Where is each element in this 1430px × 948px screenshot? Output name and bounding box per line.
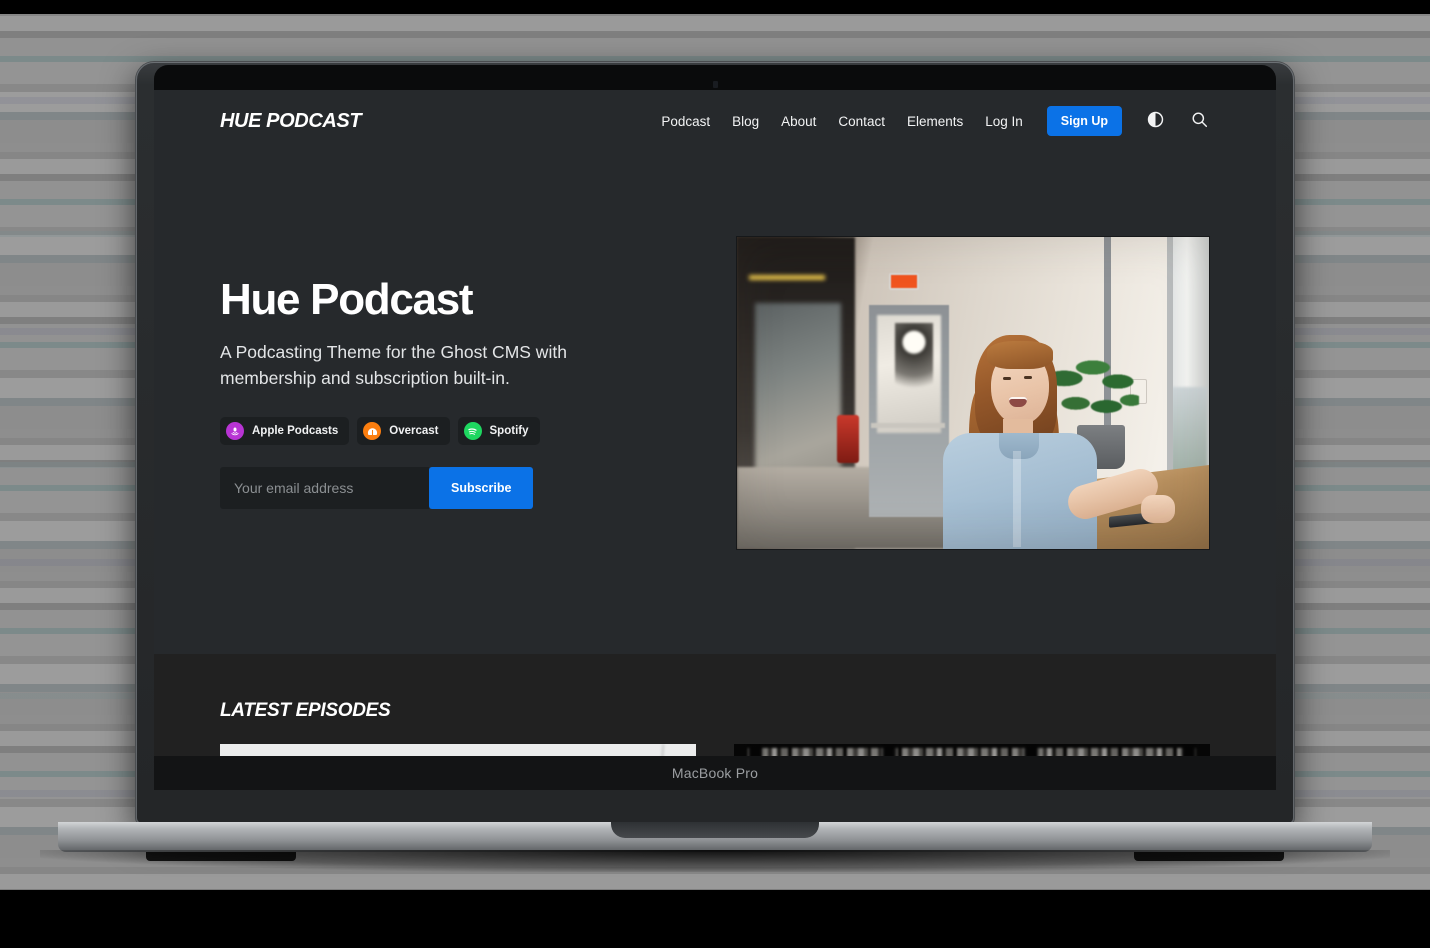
main-navigation: Podcast Blog About Contact Elements Log …: [661, 106, 1210, 136]
website-viewport: HUE PODCAST Podcast Blog About Contact E…: [154, 90, 1276, 790]
backdrop-bottom-band: [0, 890, 1430, 948]
hero-subtitle: A Podcasting Theme for the Ghost CMS wit…: [220, 341, 567, 389]
spotify-icon: [463, 422, 482, 441]
hero-image: [736, 236, 1210, 550]
laptop-screen: HUE PODCAST Podcast Blog About Contact E…: [154, 90, 1276, 790]
nav-link-about[interactable]: About: [781, 114, 816, 129]
badge-label: Apple Podcasts: [252, 425, 339, 438]
apple-podcasts-icon: [226, 422, 244, 441]
nav-link-elements[interactable]: Elements: [907, 114, 963, 129]
section-title: LATEST EPISODES: [220, 700, 391, 721]
overcast-icon: [363, 422, 382, 441]
badge-overcast[interactable]: Overcast: [357, 417, 450, 446]
badge-spotify[interactable]: Spotify: [457, 417, 540, 446]
search-icon: [1191, 111, 1208, 131]
laptop-device: HUE PODCAST Podcast Blog About Contact E…: [136, 62, 1294, 824]
sign-up-button[interactable]: Sign Up: [1046, 106, 1122, 136]
laptop-base: [58, 822, 1372, 852]
search-button[interactable]: [1188, 110, 1210, 132]
theme-toggle-button[interactable]: [1144, 110, 1166, 132]
badge-label: Overcast: [389, 425, 439, 438]
email-input[interactable]: [220, 467, 429, 510]
subscribe-form: Subscribe: [220, 467, 534, 510]
site-header: HUE PODCAST Podcast Blog About Contact E…: [154, 90, 1276, 152]
nav-link-log-in[interactable]: Log In: [985, 114, 1023, 129]
camera-dot-icon: [713, 81, 718, 88]
device-model-label: MacBook Pro: [671, 765, 759, 781]
laptop-drop-shadow: [40, 850, 1390, 872]
badge-apple-podcasts[interactable]: Apple Podcasts: [220, 417, 350, 446]
subscribe-button[interactable]: Subscribe: [429, 467, 534, 510]
nav-link-contact[interactable]: Contact: [838, 114, 885, 129]
laptop-base-notch: [611, 822, 819, 838]
laptop-bottom-bezel: MacBook Pro: [154, 756, 1276, 790]
backdrop-top-band: [0, 0, 1430, 14]
contrast-circle-icon: [1147, 111, 1164, 131]
nav-link-blog[interactable]: Blog: [732, 114, 759, 129]
podcast-platform-badges: Apple Podcasts Overcast Spotify: [220, 417, 660, 446]
hero-section: Hue Podcast A Podcasting Theme for the G…: [154, 152, 1276, 654]
site-logo[interactable]: HUE PODCAST: [220, 110, 362, 133]
hero-content: Hue Podcast A Podcasting Theme for the G…: [220, 274, 660, 510]
hero-media: [700, 236, 1210, 550]
page-title: Hue Podcast: [220, 274, 474, 324]
badge-label: Spotify: [489, 425, 529, 438]
backdrop: HUE PODCAST Podcast Blog About Contact E…: [0, 0, 1430, 948]
nav-link-podcast[interactable]: Podcast: [661, 114, 710, 129]
